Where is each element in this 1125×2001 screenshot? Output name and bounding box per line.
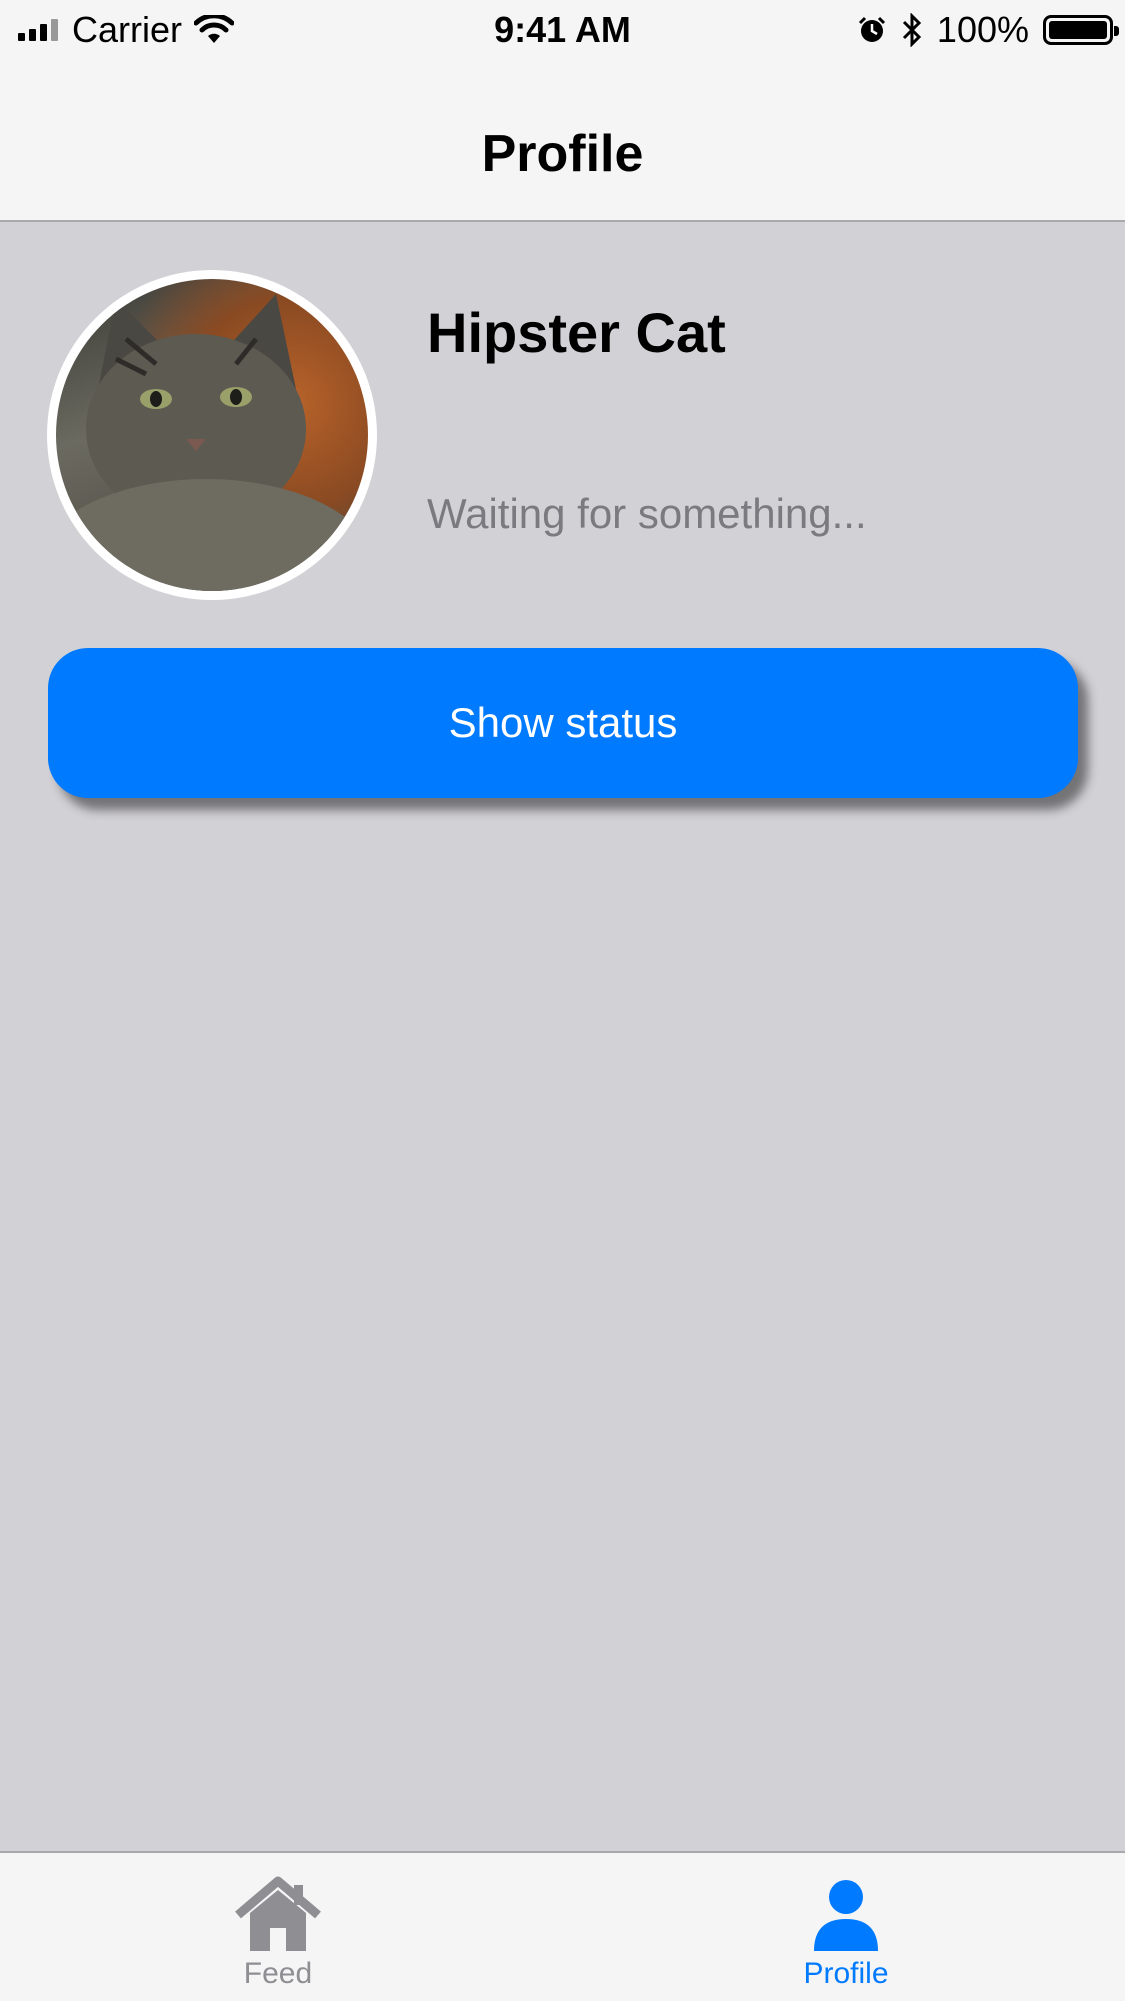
tab-feed[interactable]: Feed	[178, 1853, 378, 2001]
battery-fill	[1049, 21, 1107, 39]
cat-photo	[56, 279, 368, 591]
show-status-button[interactable]: Show status	[48, 648, 1078, 798]
cat-illustration	[56, 294, 368, 591]
tab-profile-label: Profile	[803, 1957, 889, 1990]
battery-percent: 100%	[936, 9, 1029, 50]
page-title: Profile	[481, 125, 644, 183]
battery-icon	[1043, 15, 1119, 45]
tab-feed-label: Feed	[243, 1957, 313, 1990]
navigation-bar: Profile	[0, 60, 1125, 222]
bluetooth-icon	[902, 13, 922, 47]
avatar	[47, 270, 377, 600]
profile-status: Waiting for something...	[427, 490, 867, 537]
home-icon	[235, 1876, 321, 1951]
tab-bar: Feed Profile	[0, 1851, 1125, 2001]
status-right: 100%	[857, 8, 1119, 52]
profile-name: Hipster Cat	[427, 301, 726, 364]
tab-profile[interactable]: Profile	[746, 1853, 946, 2001]
battery-tip	[1114, 26, 1119, 36]
status-bar: Carrier 9:41 AM 100%	[0, 0, 1125, 60]
person-icon	[814, 1880, 878, 1951]
alarm-icon	[858, 16, 885, 42]
